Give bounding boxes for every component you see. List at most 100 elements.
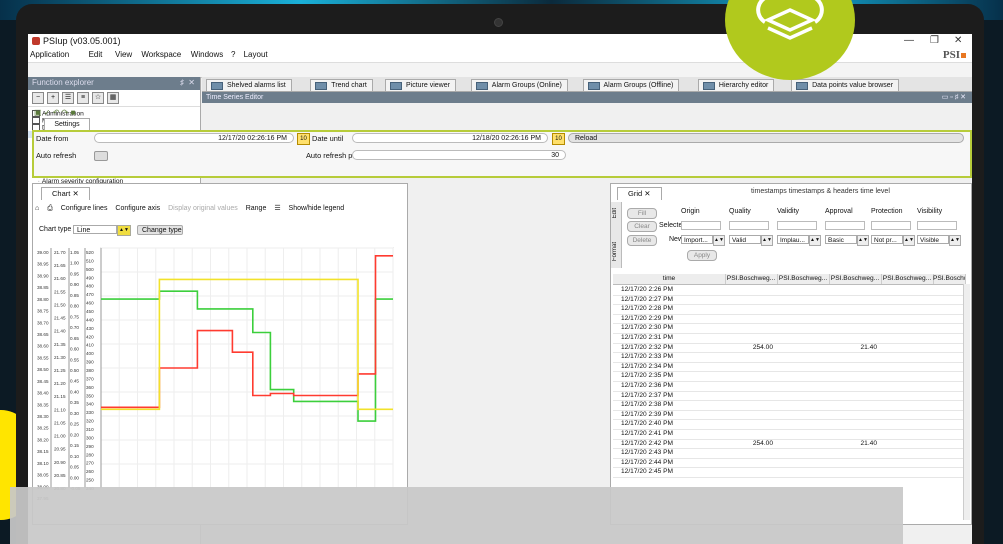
menu-item[interactable]: ?	[231, 50, 235, 59]
y-tick-label: 38.35	[37, 402, 49, 407]
fill-button[interactable]: Fill	[627, 208, 657, 219]
delete-icon[interactable]: ■	[71, 108, 76, 117]
chevron-down-icon[interactable]: ▲▼	[903, 235, 915, 246]
vertical-scrollbar[interactable]	[963, 284, 970, 520]
grid-tab[interactable]: Grid ✕	[617, 187, 662, 200]
selected-field[interactable]	[917, 221, 957, 230]
table-column-header[interactable]: PSI.Boschweg...	[725, 274, 778, 284]
calendar-icon[interactable]: 10	[297, 133, 310, 145]
auto-refresh-toggle[interactable]	[94, 151, 108, 161]
show-hide-legend-button[interactable]: Show/hide legend	[289, 205, 345, 212]
collapse-icon[interactable]: −	[32, 92, 44, 104]
configure-axis-button[interactable]: Configure axis	[115, 205, 160, 212]
apply-button[interactable]: Apply	[687, 250, 717, 261]
chevron-down-icon[interactable]: ▲▼	[949, 235, 961, 246]
home-icon[interactable]: ⌂	[35, 205, 39, 212]
date-from-field[interactable]: 12/17/20 02:26:16 PM	[94, 133, 294, 143]
y-tick-label: 0.00	[70, 475, 79, 480]
list-icon[interactable]: ≡	[77, 92, 89, 104]
y-tick-label: 350	[86, 393, 94, 398]
print-icon[interactable]: ⎙	[47, 205, 53, 212]
edit-side-tab[interactable]: Edit	[612, 208, 618, 218]
selected-field[interactable]	[681, 221, 721, 230]
editor-tab[interactable]: Data points value browser	[791, 79, 900, 92]
selected-field[interactable]	[777, 221, 817, 230]
window-icon	[475, 82, 488, 90]
format-side-tab[interactable]: Format	[612, 242, 618, 261]
new-value-select[interactable]: Visible	[917, 235, 949, 244]
menu-item[interactable]: View	[115, 50, 132, 59]
selected-field[interactable]	[871, 221, 911, 230]
y-tick-label: 0.95	[70, 271, 79, 276]
table-column-header[interactable]: PSI.Boschw	[933, 274, 966, 284]
table-column-header[interactable]: PSI.Boschweg...	[777, 274, 830, 284]
menu-item[interactable]: Application	[30, 50, 69, 59]
y-tick-label: 38.20	[37, 437, 49, 442]
editor-window-icons[interactable]: ▭ ▫ ♯ ✕	[942, 92, 966, 103]
editor-tab[interactable]: Picture viewer	[385, 79, 456, 92]
editor-tab[interactable]: Trend chart	[310, 79, 373, 92]
new-value-select[interactable]: Basic	[825, 235, 857, 244]
tab-label: Alarm Groups (Online)	[491, 82, 562, 89]
grid-tab-close-icon[interactable]: ✕	[644, 189, 650, 198]
table-column-header[interactable]: PSI.Boschweg...	[829, 274, 882, 284]
save-icon[interactable]: ▣	[34, 108, 42, 117]
display-original-values-button[interactable]: Display original values	[168, 205, 238, 212]
grid-toolbar[interactable]: timestamps timestamps & headers time lev…	[751, 188, 890, 195]
y-tick-label: 20.95	[54, 447, 66, 452]
table-column-header[interactable]: PSI.Boschweg...	[881, 274, 934, 284]
menu-item[interactable]: Workspace	[141, 50, 181, 59]
check-icon[interactable]: ✓	[44, 108, 51, 117]
editor-tab[interactable]: Alarm Groups (Offline)	[582, 79, 680, 92]
calendar-icon[interactable]: 10	[552, 133, 565, 145]
chevron-down-icon[interactable]: ▲▼	[761, 235, 773, 246]
configure-lines-button[interactable]: Configure lines	[61, 205, 108, 212]
sidebar-pin-icon[interactable]: ♯	[180, 78, 184, 87]
date-until-field[interactable]: 12/18/20 02:26:16 PM	[352, 133, 548, 143]
menu-item[interactable]: Edit	[89, 50, 103, 59]
change-type-button[interactable]: Change type	[137, 225, 183, 235]
editor-tab[interactable]: Alarm Groups (Online)	[470, 79, 568, 92]
chevron-down-icon[interactable]: ▲▼	[117, 225, 131, 236]
reload-button[interactable]: Reload	[568, 133, 964, 143]
app-screen: PSIup (v03.05.001) — ❐ ✕ Application Edit…	[28, 34, 972, 544]
sidebar-close-icon[interactable]: ✕	[188, 78, 195, 87]
minimize-icon[interactable]: —	[904, 35, 914, 46]
menu-item[interactable]: Windows	[191, 50, 223, 59]
editor-tab[interactable]: Hierarchy editor	[697, 79, 775, 92]
table-column-header[interactable]: time	[613, 274, 726, 284]
delete-button[interactable]: Delete	[627, 235, 657, 246]
close-icon[interactable]: ✕	[954, 35, 962, 46]
legend-icon[interactable]: ☰	[274, 205, 280, 212]
maximize-icon[interactable]: ❐	[930, 35, 939, 46]
new-value-select[interactable]: Import...	[681, 235, 713, 244]
y-tick-label: 400	[86, 351, 94, 356]
chevron-down-icon[interactable]: ▲▼	[809, 235, 821, 246]
settings-panel: Date from 12/17/20 02:26:16 PM 10 Date u…	[32, 130, 972, 178]
chart-tab[interactable]: Chart ✕	[41, 187, 90, 200]
selected-field[interactable]	[825, 221, 865, 230]
grid-icon[interactable]: ▦	[107, 92, 119, 104]
chart-tab-close-icon[interactable]: ✕	[72, 189, 78, 198]
undo-icon[interactable]: ↶	[53, 108, 60, 117]
star-icon[interactable]: ☆	[92, 92, 104, 104]
y-tick-label: 38.50	[37, 367, 49, 372]
clear-button[interactable]: Clear	[627, 221, 657, 232]
new-value-select[interactable]: Implau...	[777, 235, 809, 244]
menu-item[interactable]: Layout	[244, 50, 268, 59]
auto-refresh-period-field[interactable]: 30	[352, 150, 566, 160]
selected-field[interactable]	[729, 221, 769, 230]
chevron-down-icon[interactable]: ▲▼	[857, 235, 869, 246]
redo-icon[interactable]: ↷	[62, 108, 69, 117]
expand-icon[interactable]: +	[47, 92, 59, 104]
settings-tab[interactable]: Settings	[44, 118, 90, 130]
chart-type-select[interactable]: Line	[73, 225, 117, 234]
chevron-down-icon[interactable]: ▲▼	[713, 235, 725, 246]
editor-tab[interactable]: Shelved alarms list	[206, 79, 292, 92]
new-value-select[interactable]: Not pr...	[871, 235, 903, 244]
y-tick-label: 0.40	[70, 389, 79, 394]
range-button[interactable]: Range	[246, 205, 267, 212]
new-value-select[interactable]: Valid	[729, 235, 761, 244]
table-row[interactable]: 12/17/20 2:45 PM	[613, 467, 963, 478]
filter-icon[interactable]: ☰	[62, 92, 74, 104]
